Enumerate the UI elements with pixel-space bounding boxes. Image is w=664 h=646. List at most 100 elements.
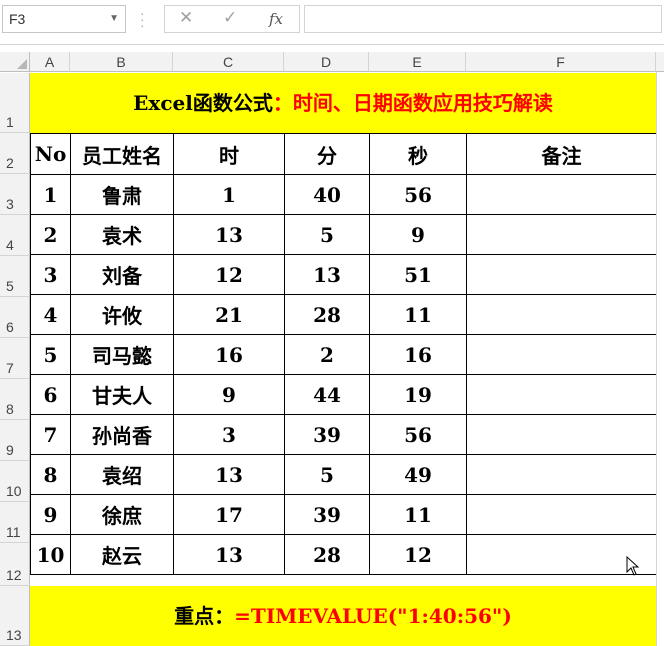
cell-minute[interactable]: 28 [284,294,370,335]
cell-remark[interactable] [466,214,657,255]
cell-second[interactable]: 56 [369,174,467,215]
column-header-g[interactable] [656,52,664,72]
formula-input[interactable] [304,5,662,33]
cell-remark[interactable] [466,454,657,495]
cell-no[interactable]: 1 [30,174,71,215]
header-remark[interactable]: 备注 [466,133,657,175]
cell-second[interactable]: 19 [369,374,467,415]
cell-hour[interactable]: 13 [173,534,285,575]
header-hour[interactable]: 时 [173,133,285,175]
header-second[interactable]: 秒 [369,133,467,175]
row-header-8[interactable]: 8 [0,379,30,420]
cell-name[interactable]: 徐庶 [70,494,174,535]
cell-name[interactable]: 许攸 [70,294,174,335]
cell-no[interactable]: 5 [30,334,71,375]
cell-hour[interactable]: 21 [173,294,285,335]
cell-remark[interactable] [466,374,657,415]
formula-bar: F3 ▼ · · · ✕ ✓ fx [0,0,664,45]
row-header-7[interactable]: 7 [0,338,30,379]
cell-name[interactable]: 司马懿 [70,334,174,375]
column-header-c[interactable]: C [173,52,284,72]
cell-no[interactable]: 9 [30,494,71,535]
cell-remark[interactable] [466,294,657,335]
name-box[interactable]: F3 ▼ [2,5,126,33]
cell-hour[interactable]: 13 [173,454,285,495]
cell-second[interactable]: 11 [369,294,467,335]
cell-remark[interactable] [466,494,657,535]
row-header-9[interactable]: 9 [0,420,30,461]
row-header-4[interactable]: 4 [0,215,30,256]
table-header-row: No 员工姓名 时 分 秒 备注 [30,133,657,175]
cell-minute[interactable]: 13 [284,254,370,295]
select-all-corner[interactable] [0,52,30,72]
cell-second[interactable]: 49 [369,454,467,495]
column-header-e[interactable]: E [369,52,466,72]
cell-second[interactable]: 11 [369,494,467,535]
cell-second[interactable]: 9 [369,214,467,255]
cell-no[interactable]: 10 [30,534,71,575]
row-header-13[interactable]: 13 [0,586,30,646]
cell-hour[interactable]: 12 [173,254,285,295]
cell-minute[interactable]: 5 [284,214,370,255]
cell-name[interactable]: 甘夫人 [70,374,174,415]
cell-no[interactable]: 2 [30,214,71,255]
cell-second[interactable]: 56 [369,414,467,455]
sheet-title[interactable]: Excel函数公式：时间、日期函数应用技巧解读 [30,73,656,133]
column-header-d[interactable]: D [284,52,369,72]
cell-minute[interactable]: 2 [284,334,370,375]
row-header-12[interactable]: 12 [0,543,30,586]
cell-name[interactable]: 刘备 [70,254,174,295]
key-point[interactable]: 重点：=TIMEVALUE("1:40:56") [30,586,656,646]
cell-no[interactable]: 3 [30,254,71,295]
cell-hour[interactable]: 16 [173,334,285,375]
cell-name[interactable]: 袁术 [70,214,174,255]
cell-remark[interactable] [466,334,657,375]
insert-function-icon[interactable]: fx [269,10,283,28]
row-header-2[interactable]: 2 [0,133,30,174]
cell-remark[interactable] [466,414,657,455]
cell-hour[interactable]: 17 [173,494,285,535]
cell-hour[interactable]: 13 [173,214,285,255]
row-header-3[interactable]: 3 [0,174,30,215]
row-header-1[interactable]: 1 [0,73,30,133]
cell-second[interactable]: 16 [369,334,467,375]
cell-minute[interactable]: 44 [284,374,370,415]
cell-hour[interactable]: 9 [173,374,285,415]
cancel-icon[interactable]: ✕ [179,8,193,28]
row-header-6[interactable]: 6 [0,297,30,338]
cell-no[interactable]: 4 [30,294,71,335]
cell-name[interactable]: 孙尚香 [70,414,174,455]
cell-no[interactable]: 6 [30,374,71,415]
table-row: 3 刘备 12 13 51 [30,254,657,295]
cell-no[interactable]: 8 [30,454,71,495]
column-header-b[interactable]: B [70,52,173,72]
cell-hour[interactable]: 3 [173,414,285,455]
column-header-a[interactable]: A [30,52,70,72]
check-icon[interactable]: ✓ [223,8,237,28]
key-point-label: 重点： [174,604,235,628]
row-header-11[interactable]: 11 [0,502,30,543]
cell-name[interactable]: 赵云 [70,534,174,575]
cell-no[interactable]: 7 [30,414,71,455]
row-header-5[interactable]: 5 [0,256,30,297]
cell-second[interactable]: 51 [369,254,467,295]
column-g-strip[interactable] [656,72,664,646]
header-no[interactable]: No [30,133,71,175]
cell-minute[interactable]: 5 [284,454,370,495]
cell-minute[interactable]: 39 [284,414,370,455]
cell-remark[interactable] [466,174,657,215]
cell-name[interactable]: 袁绍 [70,454,174,495]
cell-name[interactable]: 鲁肃 [70,174,174,215]
header-name[interactable]: 员工姓名 [70,133,174,175]
cell-minute[interactable]: 28 [284,534,370,575]
column-header-f[interactable]: F [466,52,656,72]
row-header-10[interactable]: 10 [0,461,30,502]
drag-handle-icon[interactable]: · · · [140,6,146,32]
cell-second[interactable]: 12 [369,534,467,575]
header-minute[interactable]: 分 [284,133,370,175]
cell-hour[interactable]: 1 [173,174,285,215]
cell-minute[interactable]: 40 [284,174,370,215]
chevron-down-icon[interactable]: ▼ [109,6,119,32]
cell-minute[interactable]: 39 [284,494,370,535]
cell-remark[interactable] [466,254,657,295]
